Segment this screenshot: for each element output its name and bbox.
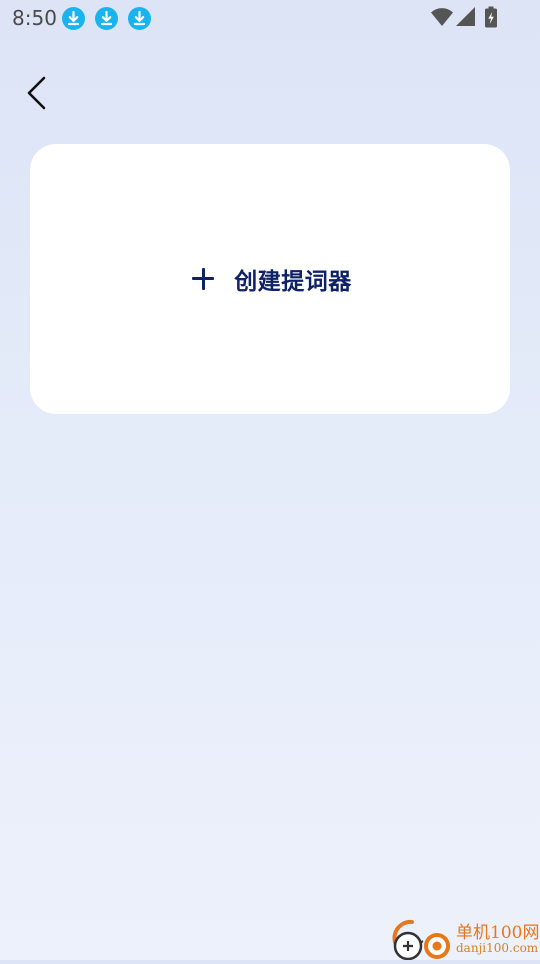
status-bar: 8:50: [0, 0, 540, 36]
create-prompter-label: 创建提词器: [234, 269, 352, 295]
chevron-left-icon: [18, 76, 58, 120]
back-button[interactable]: [18, 70, 58, 116]
download-icon: [128, 7, 151, 30]
create-prompter-content: 创建提词器: [30, 144, 510, 414]
download-icon: [95, 7, 118, 30]
signal-icon: [455, 6, 477, 32]
plus-icon: [192, 268, 215, 290]
create-prompter-card[interactable]: 创建提词器: [30, 144, 510, 414]
watermark-logo-icon: [390, 919, 456, 964]
watermark-url: danji100.com: [456, 941, 539, 955]
watermark-title: 单机100网: [456, 923, 540, 943]
watermark: 单机100网 danji100.com: [390, 916, 540, 961]
download-icon: [62, 7, 85, 30]
status-time: 8:50: [12, 6, 57, 30]
battery-charging-icon: [484, 6, 498, 32]
wifi-icon: [430, 6, 454, 32]
